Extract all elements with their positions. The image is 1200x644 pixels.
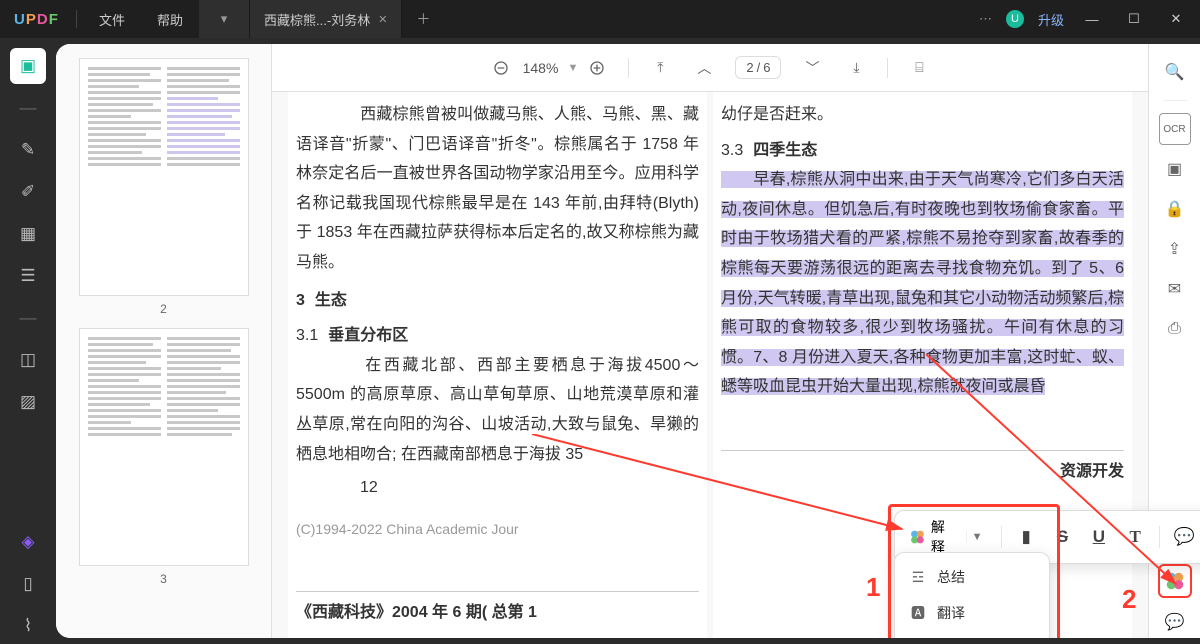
list-icon: ☲ [909, 569, 927, 586]
subsection-heading: 3.3四季生态 [721, 136, 1124, 166]
page-sep: / [757, 60, 761, 75]
translate-icon: 🅰 [909, 603, 927, 623]
thumbnails-icon[interactable]: ▣ [10, 48, 46, 84]
close-window-icon[interactable]: ✕ [1162, 11, 1190, 27]
maximize-icon[interactable]: ☐ [1120, 11, 1148, 27]
paragraph: 在西藏北部、西部主要栖息于海拔4500～5500m 的高原草原、高山草甸草原、山… [296, 351, 699, 469]
zoom-out-button[interactable] [488, 55, 514, 81]
more-icon[interactable]: ⋯ [979, 11, 992, 27]
comment-icon[interactable]: 💬 [1168, 522, 1200, 552]
viewer-toolbar: 148% ▼ ⤒ ︿ 2 / 6 ﹀ ⤓ ⌸ [272, 44, 1148, 92]
text-style-button[interactable]: T [1119, 522, 1151, 552]
left-rail: ▣ — ✎ ✐ ▦ ☰ — ◫ ▨ ◈ ▯ ⌇ [0, 38, 56, 644]
avatar[interactable]: U [1006, 10, 1024, 28]
doc-column-left: 西藏棕熊曾被叫做藏马熊、人熊、马熊、黑、藏语译音"折蒙"、门巴语译音"折冬"。棕… [288, 92, 707, 638]
minimize-icon[interactable]: — [1078, 12, 1106, 27]
section-heading: 3生态 [296, 286, 699, 316]
page-input[interactable]: 2 / 6 [735, 56, 781, 79]
layers-icon[interactable]: ◈ [10, 524, 46, 560]
menu-item-translate[interactable]: 🅰 翻译 [895, 595, 1049, 631]
highlighter-icon[interactable]: ✎ [10, 132, 46, 168]
menu-help[interactable]: 帮助 [141, 10, 199, 29]
zoom-in-button[interactable] [584, 55, 610, 81]
chevron-down-icon[interactable]: ▼ [568, 62, 579, 74]
image-icon[interactable]: ▣ [1159, 153, 1191, 185]
journal-line: 《西藏科技》2004 年 6 期( 总第 1 [296, 591, 699, 628]
chevron-down-icon[interactable]: ▼ [966, 531, 987, 543]
last-page-button[interactable]: ⤓ [843, 55, 869, 81]
chevron-down-icon: ▾ [213, 11, 235, 27]
ai-assistant-button[interactable] [1158, 564, 1192, 598]
attachment-icon[interactable]: ⌇ [10, 608, 46, 644]
tab-title: 西藏棕熊...-刘务林 [264, 10, 370, 29]
divider [76, 10, 77, 28]
page-number: 12 [296, 473, 699, 503]
presentation-icon[interactable]: ⌸ [906, 55, 932, 81]
dash-icon: — [10, 90, 46, 126]
page-layout-icon[interactable]: ▦ [10, 216, 46, 252]
thumbnail-panel: 2 3 [56, 44, 272, 638]
ai-logo-icon [1164, 570, 1186, 592]
menu-file[interactable]: 文件 [83, 10, 141, 29]
thumbnail-page-2[interactable] [79, 58, 249, 296]
strikethrough-button[interactable]: S [1046, 522, 1078, 552]
email-icon[interactable]: ✉ [1159, 273, 1191, 305]
titlebar: UPDF 文件 帮助 ▾ 西藏棕熊...-刘务林 ✕ ＋ ⋯ U 升级 — ☐ … [0, 0, 1200, 38]
menu-item-explain[interactable]: ⋯ 解释 [895, 631, 1049, 638]
page-total: 6 [763, 60, 770, 75]
upgrade-button[interactable]: 升级 [1038, 10, 1064, 29]
search-icon[interactable]: 🔍 [1159, 56, 1191, 88]
tab-document[interactable]: 西藏棕熊...-刘务林 ✕ [250, 0, 402, 38]
page-current: 2 [746, 60, 753, 75]
footer-text: (C)1994-2022 China Academic Jour [296, 517, 699, 543]
pen-icon[interactable]: ✐ [10, 174, 46, 210]
highlighted-paragraph[interactable]: 早春,棕熊从洞中出来,由于天气尚寒冷,它们多白天活动,夜间休息。但饥急后,有时夜… [721, 165, 1124, 402]
paragraph: 幼仔是否赶来。 [721, 100, 1124, 130]
bookmark-icon[interactable]: ▯ [10, 566, 46, 602]
redact-icon[interactable]: ▨ [10, 384, 46, 420]
menu-item-summarize[interactable]: ☲ 总结 [895, 559, 1049, 595]
lock-icon[interactable]: 🔒 [1159, 193, 1191, 225]
content-wrap: 2 3 [56, 44, 1200, 638]
annotation-number-2: 2 [1122, 584, 1136, 615]
next-page-button[interactable]: ﹀ [799, 55, 825, 81]
ai-explain-button[interactable]: 解释 ▼ [903, 517, 993, 557]
thumbnail-page-3[interactable] [79, 328, 249, 566]
tab-add-button[interactable]: ＋ [402, 9, 444, 29]
app-logo: UPDF [0, 11, 70, 28]
prev-page-button[interactable]: ︿ [691, 55, 717, 81]
annotation-number-1: 1 [866, 572, 880, 603]
close-icon[interactable]: ✕ [378, 13, 387, 26]
form-icon[interactable]: ☰ [10, 258, 46, 294]
zoom-value: 148% [520, 60, 562, 76]
thumbnail-number: 2 [66, 302, 261, 316]
ai-logo-icon [909, 528, 926, 546]
resource-heading: 资源开发 [721, 450, 1124, 487]
first-page-button[interactable]: ⤒ [647, 55, 673, 81]
ai-dropdown-menu: ☲ 总结 🅰 翻译 ⋯ 解释 [894, 552, 1050, 638]
crop-icon[interactable]: ◫ [10, 342, 46, 378]
subsection-heading: 3.1垂直分布区 [296, 321, 699, 351]
share-icon[interactable]: ⇪ [1159, 233, 1191, 265]
print-icon[interactable]: ⎙ [1159, 313, 1191, 345]
tab-dropdown[interactable]: ▾ [199, 0, 250, 38]
main: ▣ — ✎ ✐ ▦ ☰ — ◫ ▨ ◈ ▯ ⌇ [0, 38, 1200, 644]
ocr-icon[interactable]: OCR [1159, 113, 1191, 145]
thumbnail-number: 3 [66, 572, 261, 586]
viewer: 148% ▼ ⤒ ︿ 2 / 6 ﹀ ⤓ ⌸ [272, 44, 1148, 638]
highlight-icon[interactable]: ▮ [1010, 522, 1042, 552]
feedback-icon[interactable]: 💬 [1159, 606, 1191, 638]
paragraph: 西藏棕熊曾被叫做藏马熊、人熊、马熊、黑、藏语译音"折蒙"、门巴语译音"折冬"。棕… [296, 100, 699, 278]
underline-button[interactable]: U [1083, 522, 1115, 552]
dash-icon: — [10, 300, 46, 336]
